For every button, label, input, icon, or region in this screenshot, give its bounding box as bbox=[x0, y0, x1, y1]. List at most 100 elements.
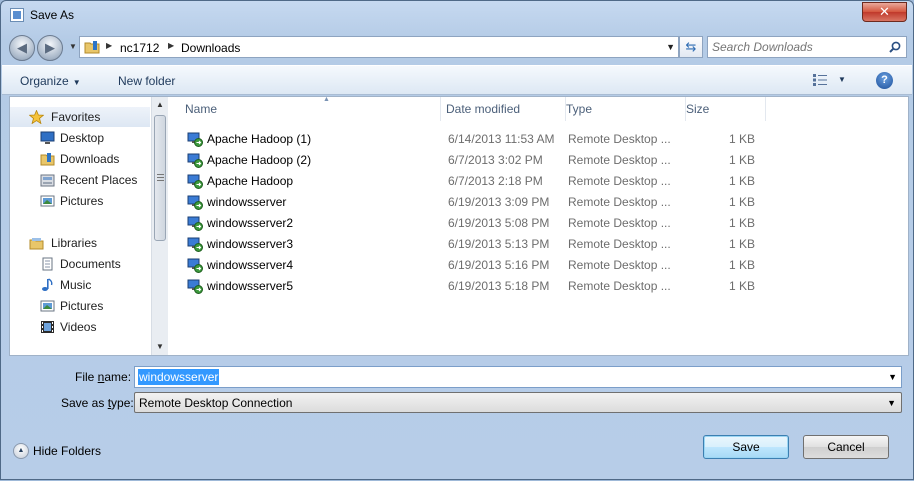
new-folder-button[interactable]: New folder bbox=[118, 74, 175, 88]
nav-item-label: Downloads bbox=[60, 152, 120, 166]
scroll-down-icon[interactable]: ▼ bbox=[152, 339, 168, 355]
dialog-app-icon bbox=[10, 8, 24, 22]
file-type: Remote Desktop ... bbox=[568, 153, 671, 167]
file-name-label: File name: bbox=[75, 370, 131, 384]
file-name: Apache Hadoop bbox=[207, 174, 294, 188]
file-row-windowsserver4[interactable]: windowsserver4 6/19/2013 5:16 PM Remote … bbox=[185, 255, 755, 276]
label-text: ame: bbox=[104, 370, 132, 384]
address-dropdown-icon[interactable]: ▼ bbox=[666, 42, 675, 52]
command-toolbar: Organize ▼ New folder ▼ ? bbox=[2, 65, 912, 95]
nav-item-recent-places[interactable]: Recent Places bbox=[10, 170, 150, 190]
title-bar: Save As ✕ bbox=[1, 1, 913, 31]
file-name: windowsserver5 bbox=[207, 279, 294, 293]
remote-desktop-file-icon bbox=[187, 258, 203, 273]
remote-desktop-file-icon bbox=[187, 174, 203, 189]
recent-places-icon bbox=[40, 174, 55, 187]
column-header-name[interactable]: Name ▲ bbox=[185, 96, 441, 121]
column-label: Name bbox=[185, 102, 218, 116]
nav-item-label: Videos bbox=[60, 320, 97, 334]
file-name-field[interactable]: windowsserver ▼ bbox=[134, 366, 902, 388]
nav-pane-scrollbar[interactable]: ▲ ▼ bbox=[151, 97, 168, 355]
scrollbar-thumb[interactable] bbox=[154, 115, 166, 241]
dialog-title: Save As bbox=[30, 8, 75, 22]
nav-item-library-pictures[interactable]: Pictures bbox=[10, 296, 150, 316]
column-header-type[interactable]: Type bbox=[566, 97, 686, 121]
file-name: Apache Hadoop (2) bbox=[207, 153, 312, 167]
hide-folders-button[interactable]: Hide Folders bbox=[33, 444, 101, 458]
nav-item-documents[interactable]: Documents bbox=[10, 254, 150, 274]
remote-desktop-file-icon bbox=[187, 195, 203, 210]
file-name: windowsserver bbox=[207, 195, 287, 209]
nav-item-music[interactable]: Music bbox=[10, 275, 150, 295]
nav-libraries-header[interactable]: Libraries bbox=[10, 233, 150, 253]
refresh-icon: ⇆ bbox=[685, 39, 697, 54]
forward-button[interactable]: ▶ bbox=[37, 35, 63, 61]
nav-item-label: Desktop bbox=[60, 131, 105, 145]
column-header-size[interactable]: Size bbox=[686, 97, 766, 121]
nav-item-downloads[interactable]: Downloads bbox=[10, 149, 150, 169]
nav-item-label: Pictures bbox=[60, 299, 104, 313]
nav-favorites-header[interactable]: Favorites bbox=[10, 107, 150, 127]
breadcrumb-downloads[interactable]: Downloads bbox=[181, 41, 240, 55]
chevron-down-icon[interactable]: ▼ bbox=[887, 398, 896, 408]
libraries-icon bbox=[29, 238, 44, 250]
hide-folders-icon[interactable]: ▲ bbox=[13, 443, 29, 459]
nav-item-label: Recent Places bbox=[60, 173, 138, 187]
breadcrumb-separator-icon[interactable]: ▶ bbox=[106, 41, 112, 50]
address-bar[interactable]: ▶ nc1712 ▶ Downloads ▼ bbox=[79, 36, 679, 58]
back-button[interactable]: ◀ bbox=[9, 35, 35, 61]
file-row-windowsserver2[interactable]: windowsserver2 6/19/2013 5:08 PM Remote … bbox=[185, 213, 755, 234]
file-row-windowsserver[interactable]: windowsserver 6/19/2013 3:09 PM Remote D… bbox=[185, 192, 755, 213]
file-size: 1 KB bbox=[728, 195, 755, 209]
grip-icon bbox=[157, 174, 164, 181]
file-name: windowsserver3 bbox=[207, 237, 294, 251]
breadcrumb-separator-icon[interactable]: ▶ bbox=[168, 41, 174, 50]
file-row-windowsserver3[interactable]: windowsserver3 6/19/2013 5:13 PM Remote … bbox=[185, 234, 755, 255]
organize-menu[interactable]: Organize ▼ bbox=[20, 74, 81, 88]
column-header-date[interactable]: Date modified bbox=[446, 97, 566, 121]
nav-favorites-label: Favorites bbox=[51, 110, 101, 124]
search-icon[interactable] bbox=[889, 41, 901, 53]
scroll-up-icon[interactable]: ▲ bbox=[152, 97, 168, 113]
sort-ascending-icon: ▲ bbox=[323, 96, 330, 103]
recent-locations-dropdown[interactable]: ▼ bbox=[69, 42, 77, 51]
downloads-folder-icon bbox=[40, 153, 55, 166]
views-dropdown-icon[interactable]: ▼ bbox=[838, 75, 846, 84]
folder-icon bbox=[84, 41, 100, 54]
nav-item-desktop[interactable]: Desktop bbox=[10, 128, 150, 148]
nav-item-pictures[interactable]: Pictures bbox=[10, 191, 150, 211]
chevron-down-icon: ▼ bbox=[72, 78, 81, 87]
file-list: Name ▲ Date modified Type Size Apache Ha… bbox=[168, 96, 908, 355]
file-row-apache-hadoop-1[interactable]: Apache Hadoop (1) 6/14/2013 11:53 AM Rem… bbox=[185, 129, 755, 150]
views-icon[interactable] bbox=[813, 74, 827, 86]
refresh-button[interactable]: ⇆ bbox=[679, 36, 703, 58]
documents-icon bbox=[42, 257, 53, 271]
browser-area: Favorites Desktop Downloads Recent Place… bbox=[9, 96, 909, 356]
file-row-windowsserver5[interactable]: windowsserver5 6/19/2013 5:18 PM Remote … bbox=[185, 276, 755, 297]
save-options-panel: File name: windowsserver ▼ Save as type:… bbox=[1, 357, 913, 481]
file-name-dropdown-icon[interactable]: ▼ bbox=[888, 372, 897, 382]
close-button[interactable]: ✕ bbox=[862, 2, 907, 22]
save-as-dialog: Save As ✕ ◀ ▶ ▼ ▶ nc1712 ▶ Downloads ▼ ⇆ bbox=[0, 0, 914, 480]
nav-item-videos[interactable]: Videos bbox=[10, 317, 150, 337]
file-name: Apache Hadoop (1) bbox=[207, 132, 312, 146]
remote-desktop-file-icon bbox=[187, 279, 203, 294]
search-input[interactable] bbox=[712, 39, 882, 55]
file-size: 1 KB bbox=[728, 132, 755, 146]
pictures-icon bbox=[40, 300, 55, 312]
file-type: Remote Desktop ... bbox=[568, 237, 671, 251]
file-name-value[interactable]: windowsserver bbox=[138, 369, 220, 385]
file-row-apache-hadoop-2[interactable]: Apache Hadoop (2) 6/7/2013 3:02 PM Remot… bbox=[185, 150, 755, 171]
file-date: 6/19/2013 5:13 PM bbox=[448, 237, 550, 251]
help-icon[interactable]: ? bbox=[876, 72, 893, 89]
breadcrumb-nc1712[interactable]: nc1712 bbox=[120, 41, 159, 55]
file-row-apache-hadoop[interactable]: Apache Hadoop 6/7/2013 2:18 PM Remote De… bbox=[185, 171, 755, 192]
save-as-type-label: Save as type: bbox=[61, 396, 134, 410]
cancel-button[interactable]: Cancel bbox=[803, 435, 889, 459]
navigation-pane: Favorites Desktop Downloads Recent Place… bbox=[10, 97, 168, 355]
save-as-type-select[interactable]: Remote Desktop Connection ▼ bbox=[134, 392, 902, 413]
file-size: 1 KB bbox=[728, 279, 755, 293]
nav-libraries-label: Libraries bbox=[51, 236, 98, 250]
save-button[interactable]: Save bbox=[703, 435, 789, 459]
search-box[interactable] bbox=[707, 36, 907, 58]
